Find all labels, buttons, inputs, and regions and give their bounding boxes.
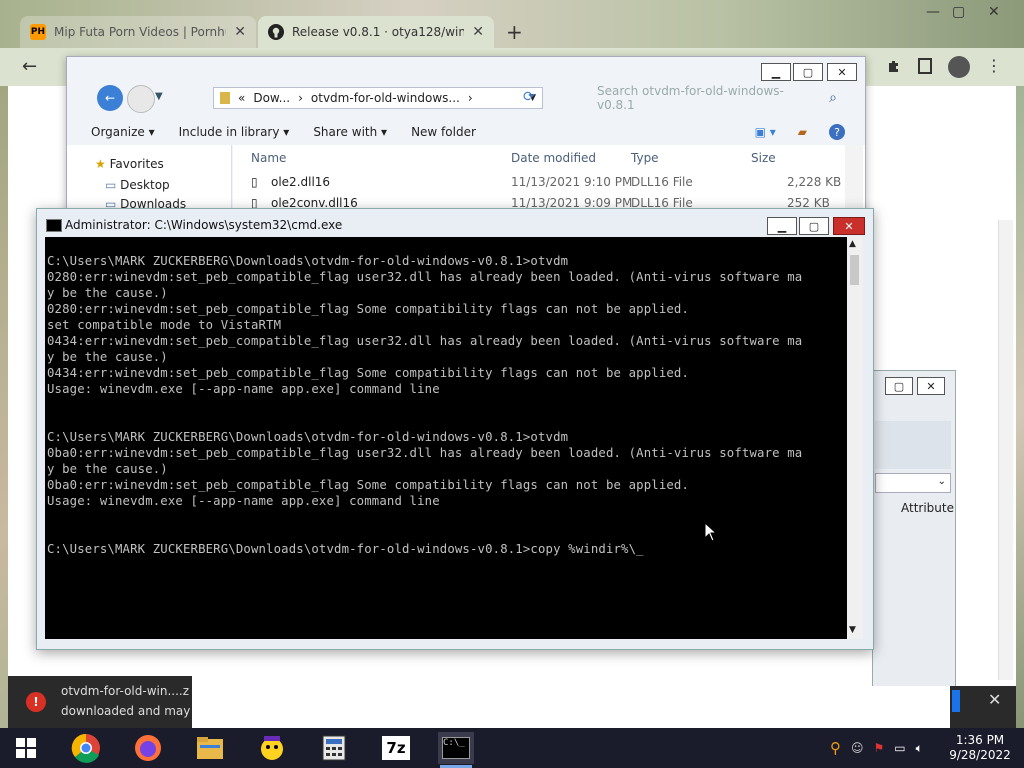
firefox-taskbar-icon[interactable] [130,732,166,764]
mouse-cursor-icon [704,521,718,545]
maximize-icon[interactable]: ▢ [952,4,965,20]
chrome-taskbar-icon[interactable] [68,732,104,764]
show-all-button[interactable] [952,690,960,712]
background-dialog-window: ▢ ✕ ⌄ Attribute [872,370,956,732]
search-icon[interactable]: ⌕ [829,90,837,106]
file-explorer-taskbar-icon[interactable] [192,732,228,764]
dialog-panel [875,421,951,469]
cmd-app-icon [46,219,62,232]
download-filename: otvdm-for-old-win....z [61,684,190,698]
tab-title: Release v0.8.1 · otya128/winevdm [292,25,465,39]
column-type[interactable]: Type [631,151,659,165]
new-tab-icon[interactable]: + [506,20,523,44]
close-download-bar-icon[interactable]: ✕ [988,690,1001,709]
column-size[interactable]: Size [751,151,776,165]
breadcrumb-overflow[interactable]: « [238,91,245,105]
view-options-icon[interactable]: ▣ ▾ [755,125,776,139]
menu-dots-icon[interactable]: ⋮ [986,56,1002,75]
warning-icon: ! [26,692,46,712]
column-name[interactable]: Name [251,151,286,165]
clock-time: 1:36 PM [955,733,1005,747]
cmd-window-title: Administrator: C:\Windows\system32\cmd.e… [65,218,343,232]
back-button-icon[interactable]: ← [97,85,123,111]
organize-menu[interactable]: Organize ▾ [91,125,155,139]
clock-date: 9/28/2022 [949,748,1011,762]
github-icon [268,24,284,40]
scroll-up-icon[interactable]: ▲ [849,239,856,249]
page-scrollbar[interactable] [998,220,1013,680]
taskbar-clock[interactable]: 1:36 PM 9/28/2022 [940,733,1020,763]
address-bar[interactable]: « Dow... › otvdm-for-old-windows... › ▼ [213,87,543,109]
search-placeholder: Search otvdm-for-old-windows-v0.8.1 [597,84,784,112]
breadcrumb-folder[interactable]: otvdm-for-old-windows... [311,91,460,105]
minimize-icon[interactable]: — [926,4,940,20]
network-icon[interactable]: ▭ [894,741,905,755]
star-icon: ★ [95,157,106,171]
close-tab-icon[interactable]: ✕ [234,24,246,40]
cmd-minimize-button[interactable]: ▁ [767,217,797,235]
chevron-down-icon: ⌄ [937,476,946,487]
scroll-thumb[interactable] [850,255,859,285]
file-icon: ▯ [251,175,258,189]
download-item[interactable]: ! otvdm-for-old-win....z downloaded and … [8,676,192,728]
breadcrumb-separator: › [298,91,303,105]
share-with-menu[interactable]: Share with ▾ [313,125,387,139]
new-folder-button[interactable]: New folder [411,125,476,139]
7zip-taskbar-icon[interactable]: 7z [378,732,414,764]
download-status: downloaded and may [61,704,191,718]
close-icon[interactable]: ✕ [988,4,1000,20]
preview-pane-icon[interactable]: ▰ [798,125,807,139]
browser-tab-2[interactable]: Release v0.8.1 · otya128/winevdm ✕ [258,16,494,48]
back-arrow-icon[interactable]: ← [22,56,37,77]
refresh-icon[interactable]: ⟳ [523,89,535,105]
explorer-close-button[interactable]: ✕ [827,63,857,81]
sidebar-icon[interactable] [918,58,932,74]
chat-icon[interactable]: ☺ [851,741,864,755]
profile-avatar-icon[interactable] [948,56,970,78]
desktop-icon: ▭ [105,178,117,192]
nav-desktop[interactable]: ▭ Desktop [105,178,170,192]
include-in-library-menu[interactable]: Include in library ▾ [179,125,290,139]
scroll-down-icon[interactable]: ▼ [849,625,856,635]
browser-tab-1[interactable]: PH Mip Futa Porn Videos | Pornhub... ✕ [20,16,256,48]
nav-favorites[interactable]: ★ Favorites [95,157,164,171]
dialog-close-button[interactable]: ✕ [917,377,945,395]
forward-button-icon[interactable] [127,85,155,113]
console-output[interactable]: C:\Users\MARK ZUCKERBERG\Downloads\otvdm… [45,237,847,639]
search-icon[interactable]: ⚲ [830,739,841,757]
close-tab-icon[interactable]: ✕ [472,24,484,40]
page-bottom-area [192,686,950,728]
extensions-icon[interactable] [886,58,902,74]
cmd-window: Administrator: C:\Windows\system32\cmd.e… [36,208,874,650]
history-dropdown-icon[interactable]: ▼ [155,91,163,102]
volume-icon[interactable]: 🔈︎ [916,741,923,756]
explorer-maximize-button[interactable]: ▢ [793,63,823,81]
explorer-minimize-button[interactable]: ▁ [761,63,791,81]
tab-title: Mip Futa Porn Videos | Pornhub... [54,25,226,39]
explorer-command-bar: Organize ▾ Include in library ▾ Share wi… [67,119,865,145]
cmd-taskbar-icon[interactable]: C:\_ [438,732,474,764]
cmd-maximize-button[interactable]: ▢ [799,217,829,235]
breadcrumb-separator: › [467,91,473,105]
calculator-taskbar-icon[interactable] [316,732,352,764]
start-button-icon[interactable] [8,732,44,764]
yahoo-messenger-taskbar-icon[interactable] [254,732,290,764]
breadcrumb-downloads[interactable]: Dow... [253,91,290,105]
cmd-close-button[interactable]: ✕ [833,217,865,235]
console-scrollbar[interactable]: ▲ ▼ [847,237,863,639]
folder-icon [220,92,230,104]
console-text: C:\Users\MARK ZUCKERBERG\Downloads\otvdm… [47,254,803,556]
dialog-maximize-button[interactable]: ▢ [885,377,913,395]
attribute-column-header[interactable]: Attribute [901,501,954,515]
flag-icon[interactable]: ⚑ [874,741,885,755]
pornhub-favicon-icon: PH [30,24,46,40]
search-input[interactable]: Search otvdm-for-old-windows-v0.8.1 ⌕ [597,84,837,112]
dialog-dropdown[interactable]: ⌄ [875,473,951,493]
download-bar-right: ✕ [950,686,1016,728]
column-date-modified[interactable]: Date modified [511,151,596,165]
help-icon[interactable]: ? [829,124,845,140]
